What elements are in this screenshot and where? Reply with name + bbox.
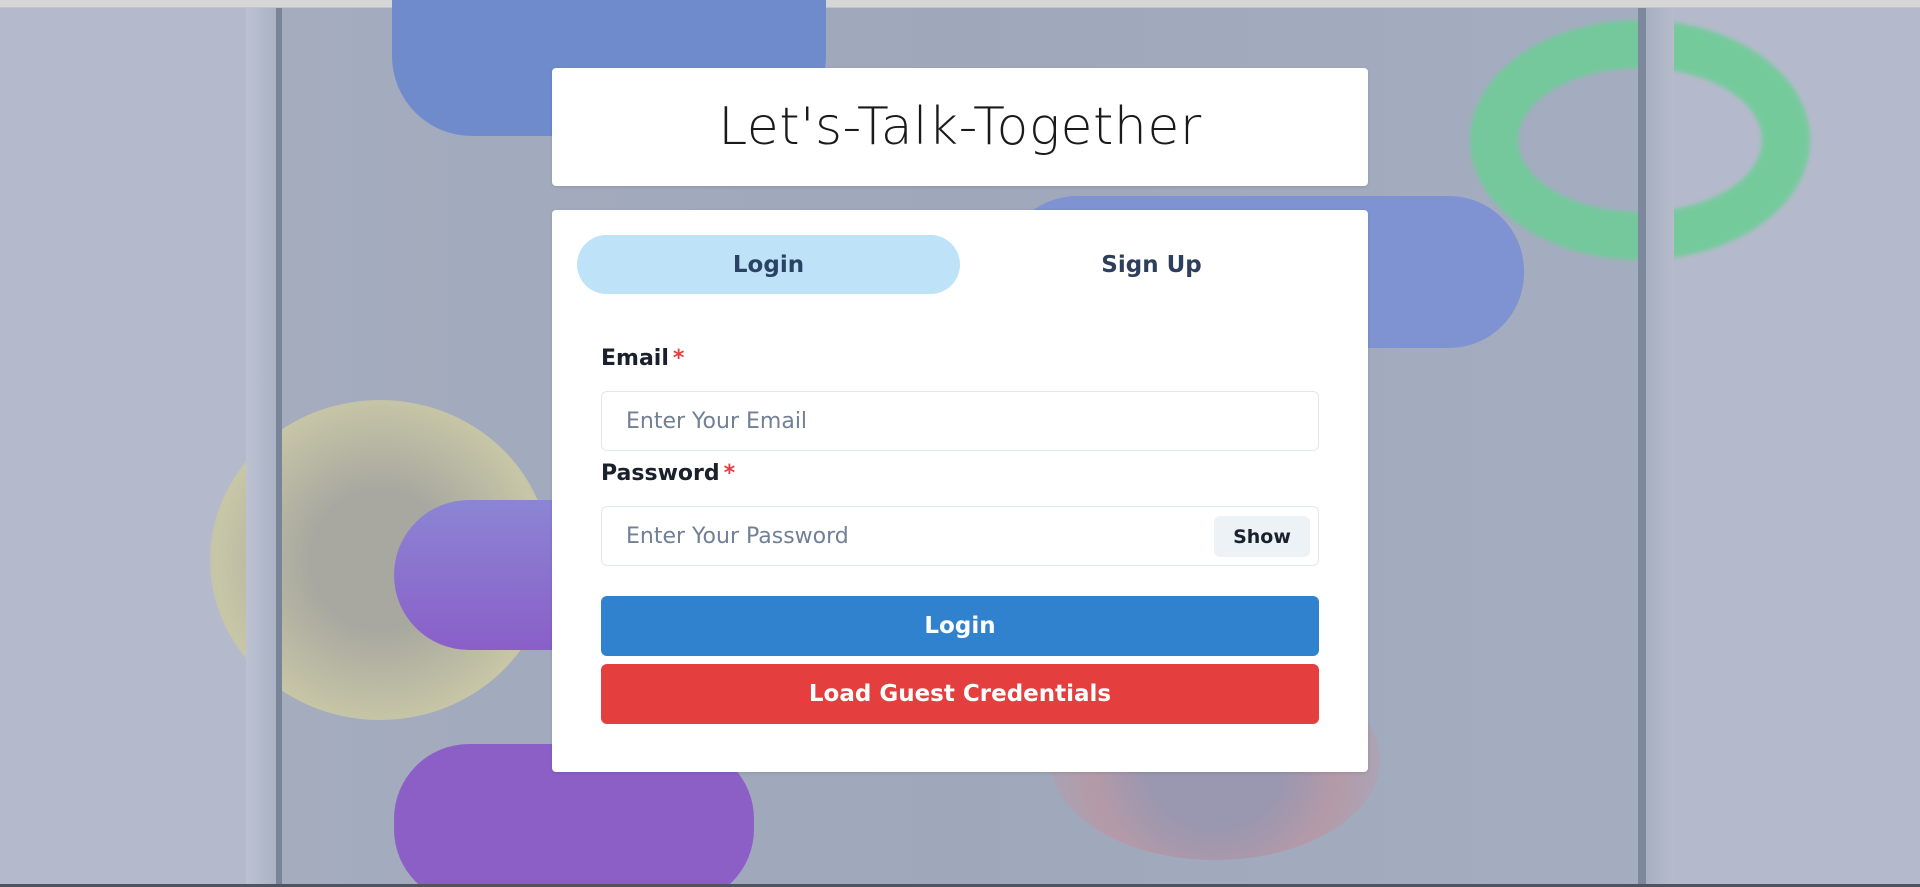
show-password-button[interactable]: Show (1214, 516, 1310, 557)
email-label: Email * (601, 346, 684, 371)
bg-right-frame (1646, 8, 1674, 887)
email-input[interactable] (602, 392, 1318, 450)
bg-left-frame (246, 8, 276, 887)
password-label-text: Password (601, 461, 720, 486)
password-required-mark: * (723, 461, 736, 486)
bg-left-frame-edge (276, 8, 282, 887)
auth-form-card: Login Sign Up Email* Password* Show Logi… (552, 210, 1368, 772)
email-required-mark: * (672, 346, 685, 371)
email-label-text: Email (601, 346, 669, 371)
app-title: Let's-Talk-Together (718, 97, 1202, 157)
tab-login[interactable]: Login (577, 235, 960, 294)
auth-tabs: Login Sign Up (577, 235, 1343, 294)
email-field-box (601, 391, 1319, 451)
password-input[interactable] (602, 507, 1318, 565)
bg-right-frame-edge (1638, 8, 1646, 887)
browser-top-strip (0, 0, 1920, 8)
load-guest-credentials-button[interactable]: Load Guest Credentials (601, 664, 1319, 724)
tab-sign-up[interactable]: Sign Up (960, 235, 1343, 294)
app-title-card: Let's-Talk-Together (552, 68, 1368, 186)
password-label: Password * (601, 461, 735, 486)
password-field-box: Show (601, 506, 1319, 566)
login-button[interactable]: Login (601, 596, 1319, 656)
